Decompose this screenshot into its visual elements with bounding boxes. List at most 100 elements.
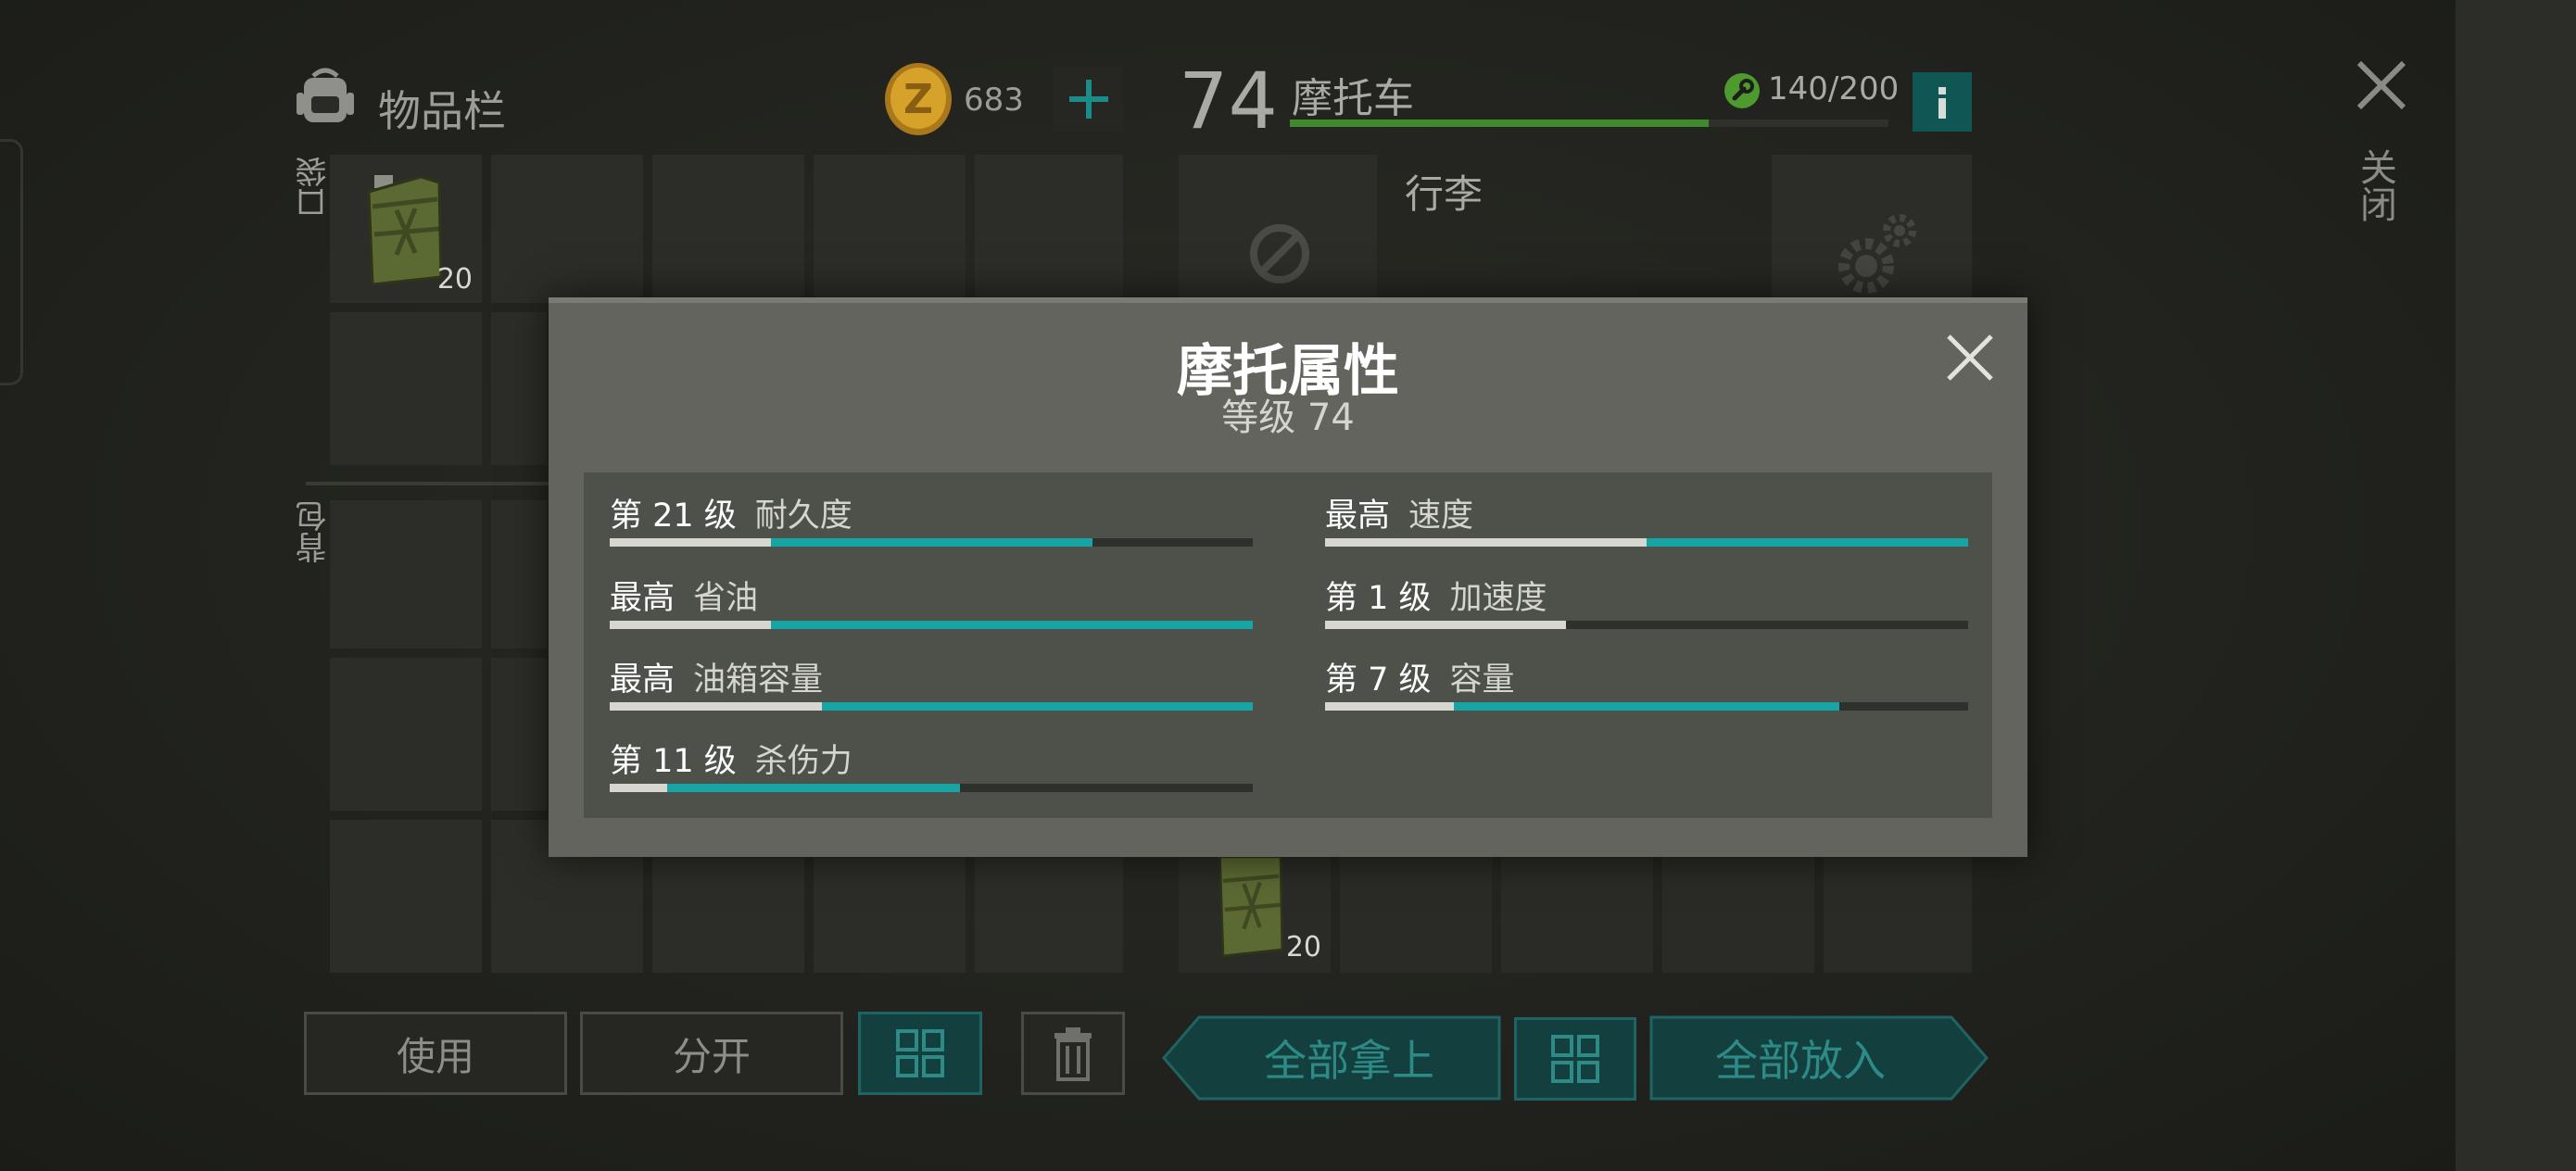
jerrycan-icon[interactable] [1210,855,1294,961]
grid-icon [1551,1035,1599,1083]
inventory-slot[interactable] [330,500,482,648]
stat-bar-base [610,784,668,792]
coin-count: 683 [964,82,1024,119]
inventory-slot[interactable] [814,155,966,303]
inventory-title: 物品栏 [378,86,506,136]
stat-bar-base [610,538,771,547]
trunk-slot[interactable] [1501,857,1653,973]
vehicle-settings-slot[interactable] [1772,155,1972,298]
left-edge-handle[interactable] [0,139,23,385]
stat-level: 第 1 级 [1325,580,1432,617]
stat-row: 第 7 级容量 [1325,653,1968,727]
stat-label: 最高 速度 [1325,489,1473,536]
stat-name: 容量 [1449,661,1515,699]
stat-level: 第 7 级 [1325,661,1432,699]
stat-bar-base [610,702,823,711]
stat-bar [1325,538,1968,547]
inventory-slot[interactable] [652,857,804,973]
info-icon [1938,87,1946,119]
vehicle-name: 摩托车 [1292,75,1414,122]
stat-name: 杀伤力 [754,743,852,780]
svg-text:Z: Z [903,76,933,123]
window-close-button[interactable] [2354,57,2409,113]
modal-subtitle: 等级 74 [1221,397,1355,439]
close-icon [1947,334,1993,381]
stat-row: 第 1 级加速度 [1325,572,1968,646]
stat-level: 最高 [610,661,676,699]
inventory-slot[interactable] [814,857,966,973]
plus-icon [1069,80,1108,119]
put-all-label: 全部放入 [1715,1036,1886,1086]
stat-label: 第 7 级容量 [1325,653,1515,700]
stat-row: 第 11 级杀伤力 [610,735,1253,809]
stat-bar-upgrade [667,784,961,792]
trunk-slot[interactable] [1662,857,1814,973]
wrench-icon [1724,72,1761,109]
no-entry-icon [1250,224,1309,283]
stat-row: 最高 速度 [1325,489,1968,563]
modal-close-button[interactable] [1944,332,1996,384]
stat-bar-upgrade [1453,702,1840,711]
stat-level: 最高 [610,580,676,617]
stat-bar [610,784,1253,792]
info-button[interactable] [1913,72,1972,132]
trunk-slot[interactable] [1340,857,1492,973]
stat-label: 第 1 级加速度 [1325,572,1547,619]
durability-text: 140/200 [1768,70,1900,107]
stat-bar-upgrade [770,621,1253,629]
inventory-slot[interactable] [330,312,482,465]
split-button[interactable]: 分开 [580,1012,843,1095]
close-icon [2356,60,2406,110]
gear-icon [1838,214,1916,294]
vehicle-equip-slot[interactable] [1179,155,1377,298]
backpack-icon [293,63,358,128]
put-all-button[interactable]: 全部放入 [1649,1015,1989,1101]
right-panel-strip [2456,0,2576,1171]
backpack-label: 背包 [296,500,333,563]
inventory-sort-button[interactable] [858,1012,982,1095]
stat-name: 油箱容量 [693,661,824,699]
trunk-slot[interactable]: 20 [1179,855,1331,973]
stat-bar [610,702,1253,711]
inventory-slot[interactable] [491,658,547,811]
inventory-slot[interactable] [491,312,547,465]
inventory-slot[interactable] [975,857,1123,973]
delete-button[interactable] [1021,1012,1125,1095]
vehicle-level: 74 [1179,56,1278,146]
pocket-label: 口袋 [296,156,333,219]
inventory-slot[interactable] [330,820,482,973]
stat-bar [610,538,1253,547]
stat-name: 省油 [693,580,759,617]
item-quantity: 20 [436,263,473,296]
trunk-label: 行李 [1405,171,1484,217]
take-all-label: 全部拿上 [1264,1036,1434,1086]
add-coins-button[interactable] [1053,67,1123,132]
trunk-sort-button[interactable] [1514,1017,1636,1101]
stat-label: 第 11 级杀伤力 [610,735,852,782]
close-label: 关闭 [2354,148,2396,222]
inventory-slot[interactable] [330,658,482,811]
durability-fill [1290,120,1710,127]
take-all-button[interactable]: 全部拿上 [1162,1015,1501,1101]
stat-bar-base [1325,621,1567,629]
stat-bar-upgrade [1647,538,1968,547]
stat-bar [1325,621,1968,629]
stat-name: 耐久度 [754,497,852,535]
inventory-slot[interactable] [975,155,1123,303]
use-button[interactable]: 使用 [304,1012,567,1095]
stat-bar [1325,702,1968,711]
inventory-slot[interactable]: 20 [330,155,482,303]
stat-bar [610,621,1253,629]
stat-level: 最高 [1325,497,1391,535]
stat-label: 最高 油箱容量 [610,653,823,700]
stat-bar-base [1325,538,1647,547]
coin-icon: Z [882,61,954,137]
grid-icon [896,1029,944,1077]
stat-bar-upgrade [822,702,1253,711]
modal-top-edge [549,297,2027,303]
inventory-slot[interactable] [652,155,804,303]
stat-label: 最高 省油 [610,572,758,619]
inventory-slot[interactable] [491,500,547,648]
trunk-slot[interactable] [1824,857,1972,973]
inventory-slot[interactable] [491,155,643,303]
